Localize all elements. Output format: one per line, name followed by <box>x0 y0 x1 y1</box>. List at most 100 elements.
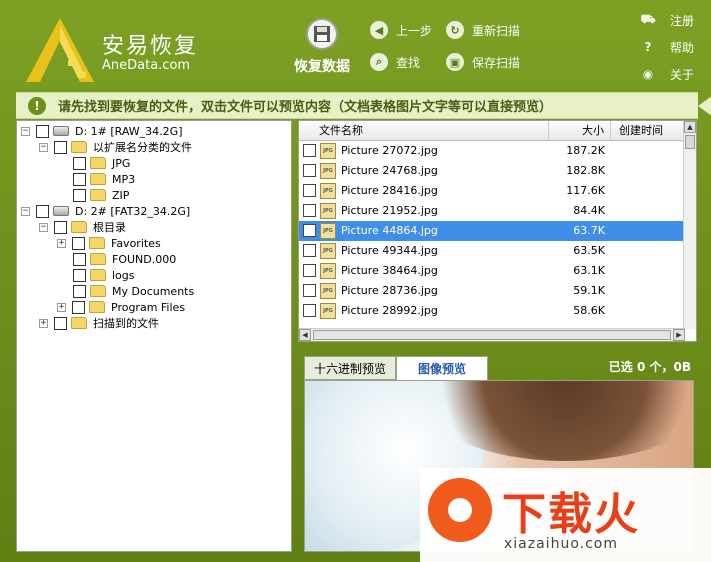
tree-item[interactable]: ZIP <box>73 187 129 203</box>
help-button[interactable]: ? 帮助 <box>640 38 695 56</box>
tree-checkbox[interactable] <box>72 300 85 314</box>
scroll-right-icon[interactable]: ▶ <box>673 329 685 341</box>
file-name: Picture 28992.jpg <box>341 304 438 317</box>
tree-item[interactable]: + 扫描到的文件 <box>39 315 159 331</box>
folder-icon <box>90 189 106 201</box>
expand-icon[interactable]: + <box>57 238 66 248</box>
file-row[interactable]: JPG Picture 49344.jpg 63.5K <box>299 241 685 261</box>
save-scan-button[interactable]: ▣ 保存扫描 <box>446 52 520 72</box>
tree-item[interactable]: − 以扩展名分类的文件 <box>39 139 192 155</box>
tree-checkbox[interactable] <box>36 204 49 218</box>
tree-checkbox[interactable] <box>73 172 86 186</box>
column-header-created[interactable]: 创建时间 <box>611 121 685 141</box>
rescan-button[interactable]: ↻ 重新扫描 <box>446 20 520 40</box>
file-row[interactable]: JPG Picture 28416.jpg 117.6K <box>299 181 685 201</box>
tree-item[interactable]: + Program Files <box>57 299 185 315</box>
file-name: Picture 21952.jpg <box>341 204 438 217</box>
collapse-icon[interactable]: − <box>39 142 48 152</box>
expand-icon[interactable]: + <box>57 302 66 312</box>
tree-item[interactable]: My Documents <box>73 283 194 299</box>
tree-checkbox[interactable] <box>73 284 86 298</box>
folder-icon <box>90 285 106 297</box>
tree-item[interactable]: JPG <box>73 155 131 171</box>
tree-item[interactable]: − D: 1# [RAW_34.2G] <box>21 123 182 139</box>
register-button[interactable]: ⛟ 注册 <box>640 11 694 29</box>
tree-item[interactable]: + Favorites <box>57 235 161 251</box>
jpg-file-icon: JPG <box>320 243 336 259</box>
vertical-scroll-thumb[interactable] <box>685 135 695 149</box>
tree-checkbox[interactable] <box>54 140 67 154</box>
file-row[interactable]: JPG Picture 28992.jpg 58.6K <box>299 301 685 321</box>
file-checkbox[interactable] <box>303 184 316 197</box>
tab-image-preview[interactable]: 图像预览 <box>396 356 488 380</box>
file-row[interactable]: JPG Picture 24768.jpg 182.8K <box>299 161 685 181</box>
tree-checkbox[interactable] <box>73 268 86 282</box>
watermark: 下载火 xiazaihuo.com <box>420 468 711 562</box>
app-title: 安易恢复 <box>102 34 199 59</box>
file-checkbox[interactable] <box>303 144 316 157</box>
file-checkbox[interactable] <box>303 224 316 237</box>
find-button[interactable]: ⌕ 查找 <box>370 52 420 72</box>
folder-icon <box>90 253 106 265</box>
about-label: 关于 <box>670 67 695 82</box>
tab-hex-preview[interactable]: 十六进制预览 <box>304 356 396 380</box>
jpg-file-icon: JPG <box>320 163 336 179</box>
tree-checkbox[interactable] <box>54 220 67 234</box>
jpg-file-icon: JPG <box>320 303 336 319</box>
register-label: 注册 <box>670 13 695 28</box>
file-checkbox[interactable] <box>303 244 316 257</box>
tree-checkbox[interactable] <box>73 252 86 266</box>
file-checkbox[interactable] <box>303 164 316 177</box>
tree-item[interactable]: logs <box>73 267 135 283</box>
file-list: 文件名称 大小 创建时间 JPG Picture 27072.jpg 187.2… <box>298 120 697 342</box>
column-header-size[interactable]: 大小 <box>549 121 611 141</box>
folder-icon <box>90 269 106 281</box>
tree-checkbox[interactable] <box>36 124 49 138</box>
column-header-name[interactable]: 文件名称 <box>299 121 549 141</box>
tree-item[interactable]: FOUND.000 <box>73 251 176 267</box>
file-size: 117.6K <box>566 184 605 197</box>
file-row[interactable]: JPG Picture 28736.jpg 59.1K <box>299 281 685 301</box>
vertical-scrollbar[interactable]: ▲ <box>683 121 696 329</box>
drive-icon <box>53 206 69 216</box>
file-row[interactable]: JPG Picture 27072.jpg 187.2K <box>299 141 685 161</box>
tree-checkbox[interactable] <box>72 236 85 250</box>
expand-icon[interactable]: + <box>39 318 48 328</box>
preview-tab-bar: 十六进制预览 图像预览 已选 0 个，0B <box>298 352 697 380</box>
tree-item-label: 以扩展名分类的文件 <box>93 141 192 154</box>
tree-checkbox[interactable] <box>54 316 67 330</box>
file-checkbox[interactable] <box>303 304 316 317</box>
tree-item[interactable]: − D: 2# [FAT32_34.2G] <box>21 203 190 219</box>
file-row-selected[interactable]: JPG Picture 44864.jpg 63.7K <box>299 221 685 241</box>
tree-item-label: 根目录 <box>93 221 126 234</box>
tree-item-label: D: 1# [RAW_34.2G] <box>75 124 183 138</box>
file-checkbox[interactable] <box>303 284 316 297</box>
tree-item[interactable]: MP3 <box>73 171 135 187</box>
horizontal-scrollbar[interactable]: ◀ ▶ <box>299 328 685 341</box>
file-size: 63.5K <box>573 244 605 257</box>
jpg-file-icon: JPG <box>320 223 336 239</box>
folder-icon <box>90 173 106 185</box>
tree-checkbox[interactable] <box>73 188 86 202</box>
file-row[interactable]: JPG Picture 21952.jpg 84.4K <box>299 201 685 221</box>
recover-data-button[interactable]: 恢复数据 <box>286 18 358 78</box>
header: 安易恢复 AneData.com 恢复数据 ◀ 上一步 ↻ 重新扫描 ⌕ 查找 … <box>0 0 711 90</box>
jpg-file-icon: JPG <box>320 283 336 299</box>
file-size: 187.2K <box>566 144 605 157</box>
collapse-icon[interactable]: − <box>21 126 30 136</box>
horizontal-scroll-thumb[interactable] <box>313 330 671 340</box>
tree-item[interactable]: − 根目录 <box>39 219 126 235</box>
collapse-icon[interactable]: − <box>39 222 48 232</box>
jpg-file-icon: JPG <box>320 263 336 279</box>
file-row[interactable]: JPG Picture 38464.jpg 63.1K <box>299 261 685 281</box>
file-checkbox[interactable] <box>303 264 316 277</box>
collapse-icon[interactable]: − <box>21 206 30 216</box>
file-checkbox[interactable] <box>303 204 316 217</box>
scroll-left-icon[interactable]: ◀ <box>299 329 311 341</box>
logo-icon <box>26 18 94 82</box>
back-button[interactable]: ◀ 上一步 <box>370 20 432 40</box>
tree-checkbox[interactable] <box>73 156 86 170</box>
scroll-up-icon[interactable]: ▲ <box>684 121 696 133</box>
about-button[interactable]: ◉ 关于 <box>640 65 694 83</box>
watermark-url: xiazaihuo.com <box>504 536 618 552</box>
